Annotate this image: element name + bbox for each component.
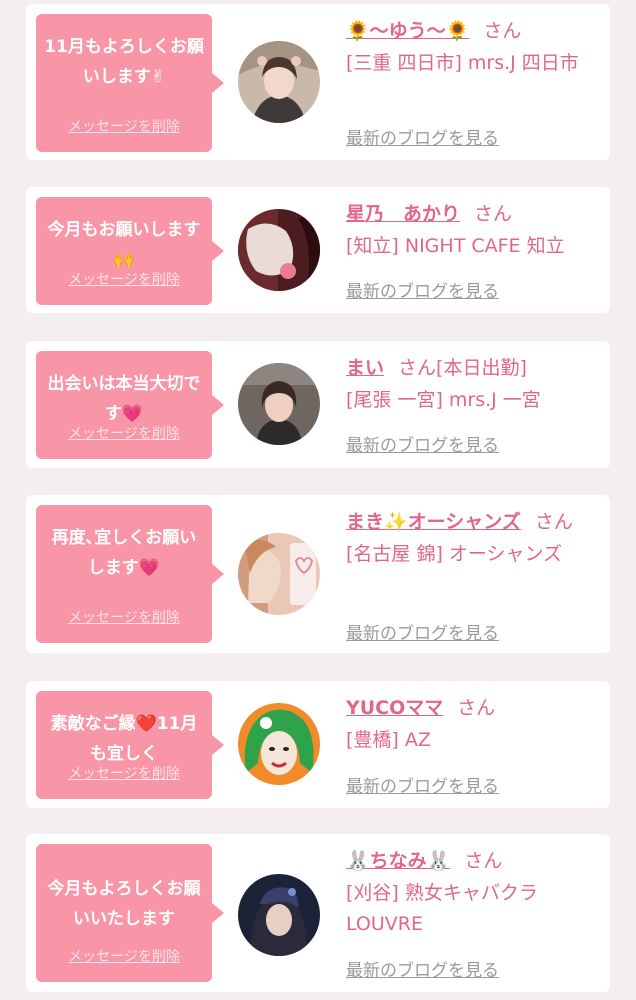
honorific: さん (457, 697, 496, 719)
delete-message-link[interactable]: メッセージを削除 (36, 269, 212, 289)
avatar[interactable] (238, 209, 320, 291)
message-bubble: 今月もよろしくお願いいたします メッセージを削除 (36, 844, 224, 982)
card-info: YUCOママ さん [豊橋] AZ (346, 693, 596, 756)
delete-message-link[interactable]: メッセージを削除 (36, 763, 212, 783)
message-card: 再度､宜しくお願いします💗 メッセージを削除 まき✨オーシャンズ さん [名古屋 … (26, 495, 610, 653)
delete-message-link[interactable]: メッセージを削除 (36, 423, 212, 443)
message-text: 今月もお願いします🙌 (47, 220, 201, 270)
name-line: 🌻〜ゆう〜🌻 さん (346, 16, 596, 46)
card-info: 🐰ちなみ🐰 さん [刈谷] 熟女キャバクラ LOUVRE (346, 846, 596, 940)
card-info: 星乃 あかり さん [知立] NIGHT CAFE 知立 (346, 199, 596, 262)
card-info: まき✨オーシャンズ さん [名古屋 錦] オーシャンズ (346, 507, 596, 570)
profile-photo (238, 874, 320, 956)
latest-blog-link[interactable]: 最新のブログを見る (346, 619, 499, 644)
latest-blog-link[interactable]: 最新のブログを見る (346, 277, 499, 302)
latest-blog-link[interactable]: 最新のブログを見る (346, 956, 499, 981)
message-bubble: 今月もお願いします🙌 メッセージを削除 (36, 197, 224, 305)
message-card: 今月もお願いします🙌 メッセージを削除 星乃 あかり さん [知立] NIGHT … (26, 187, 610, 313)
message-bubble: 出会いは本当大切です💗 メッセージを削除 (36, 351, 224, 459)
shop-text: [豊橋] AZ (346, 729, 431, 751)
latest-blog-link[interactable]: 最新のブログを見る (346, 772, 499, 797)
profile-photo (238, 703, 320, 785)
message-bubble: 再度､宜しくお願いします💗 メッセージを削除 (36, 505, 224, 643)
cast-name-link[interactable]: YUCOママ (346, 697, 443, 719)
avatar[interactable] (238, 874, 320, 956)
cast-name-link[interactable]: 🐰ちなみ🐰 (346, 850, 450, 872)
shop-text: [尾張 一宮] mrs.J 一宮 (346, 389, 541, 411)
message-card: 素敵なご縁❤️11月も宜しく メッセージを削除 YUCOママ さん [豊橋] AZ… (26, 681, 610, 808)
shop-text: [知立] NIGHT CAFE 知立 (346, 235, 565, 257)
profile-photo (238, 533, 320, 615)
card-info: 🌻〜ゆう〜🌻 さん [三重 四日市] mrs.J 四日市 (346, 16, 596, 79)
delete-message-link[interactable]: メッセージを削除 (36, 116, 212, 136)
cast-name-link[interactable]: まい (346, 357, 384, 379)
message-bubble: 11月もよろしくお願いします✌ メッセージを削除 (36, 14, 224, 152)
honorific: さん (464, 850, 503, 872)
profile-photo (238, 363, 320, 445)
profile-photo (238, 41, 320, 123)
message-card: 今月もよろしくお願いいたします メッセージを削除 🐰ちなみ🐰 さん [刈谷] 熟女… (26, 834, 610, 992)
message-text: 今月もよろしくお願いいたします (47, 879, 201, 929)
profile-photo (238, 209, 320, 291)
message-card: 11月もよろしくお願いします✌ メッセージを削除 🌻〜ゆう〜🌻 さん [三重 四日… (26, 4, 610, 160)
avatar[interactable] (238, 533, 320, 615)
cast-name-link[interactable]: 星乃 あかり (346, 203, 460, 225)
message-text: 出会いは本当大切です💗 (47, 374, 201, 424)
name-line: 🐰ちなみ🐰 さん (346, 846, 596, 876)
card-info: まい さん[本日出勤] [尾張 一宮] mrs.J 一宮 (346, 353, 596, 416)
cast-name-link[interactable]: まき✨オーシャンズ (346, 511, 521, 533)
honorific: さん (483, 20, 522, 42)
latest-blog-link[interactable]: 最新のブログを見る (346, 431, 499, 456)
shop-text: [三重 四日市] mrs.J 四日市 (346, 52, 579, 74)
message-list: 11月もよろしくお願いします✌ メッセージを削除 🌻〜ゆう〜🌻 さん [三重 四日… (0, 0, 636, 1000)
message-text: 再度､宜しくお願いします💗 (51, 528, 197, 578)
name-line: まき✨オーシャンズ さん (346, 507, 596, 537)
honorific: さん (474, 203, 513, 225)
message-text: 素敵なご縁❤️11月も宜しく (50, 714, 198, 764)
avatar[interactable] (238, 703, 320, 785)
honorific: さん (398, 357, 437, 379)
message-text: 11月もよろしくお願いします✌ (44, 37, 204, 87)
delete-message-link[interactable]: メッセージを削除 (36, 607, 212, 627)
message-card: 出会いは本当大切です💗 メッセージを削除 まい さん[本日出勤] [尾張 一宮] … (26, 341, 610, 468)
latest-blog-link[interactable]: 最新のブログを見る (346, 124, 499, 149)
message-bubble: 素敵なご縁❤️11月も宜しく メッセージを削除 (36, 691, 224, 799)
shop-text: [名古屋 錦] オーシャンズ (346, 543, 563, 565)
shop-text: [刈谷] 熟女キャバクラ LOUVRE (346, 882, 538, 935)
name-line: まい さん[本日出勤] (346, 353, 596, 383)
name-line: 星乃 あかり さん (346, 199, 596, 229)
avatar[interactable] (238, 41, 320, 123)
honorific: さん (534, 511, 573, 533)
cast-name-link[interactable]: 🌻〜ゆう〜🌻 (346, 20, 469, 42)
delete-message-link[interactable]: メッセージを削除 (36, 946, 212, 966)
name-line: YUCOママ さん (346, 693, 596, 723)
status-text: [本日出勤] (436, 357, 527, 379)
avatar[interactable] (238, 363, 320, 445)
